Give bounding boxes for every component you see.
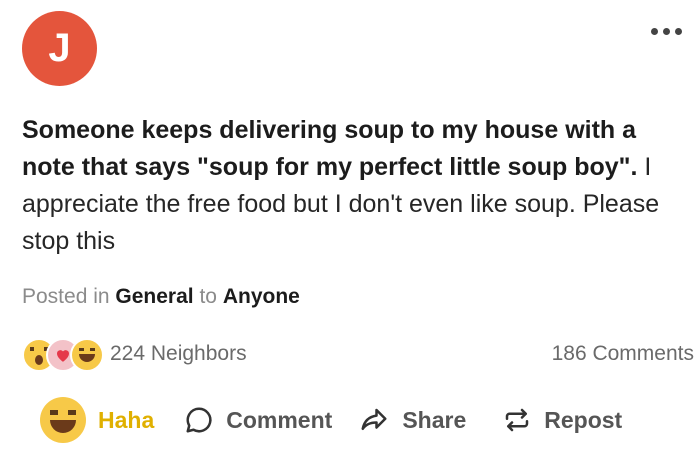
audience-link[interactable]: Anyone: [223, 285, 300, 308]
posted-in-label: Posted in: [22, 285, 110, 308]
repost-button[interactable]: Repost: [502, 405, 622, 435]
share-icon: [361, 408, 387, 430]
share-button[interactable]: Share: [358, 405, 466, 435]
to-label: to: [199, 285, 217, 308]
post-meta: Posted in General to Anyone: [22, 285, 300, 309]
haha-icon: [70, 338, 104, 372]
haha-button[interactable]: Haha: [40, 397, 154, 443]
share-label: Share: [402, 406, 467, 433]
post-body-bold: Someone keeps delivering soup to my hous…: [22, 116, 638, 181]
reactions-summary[interactable]: 224 Neighbors: [22, 336, 247, 372]
reaction-icons: [22, 336, 104, 372]
more-options-icon[interactable]: [651, 28, 682, 35]
repost-icon: [506, 408, 529, 432]
comment-label: Comment: [226, 406, 333, 433]
haha-face-icon: [40, 397, 86, 443]
haha-label: Haha: [98, 406, 155, 433]
neighbors-count[interactable]: 224 Neighbors: [110, 342, 247, 366]
comments-count[interactable]: 186 Comments: [552, 342, 694, 366]
category-link[interactable]: General: [115, 285, 193, 308]
comment-button[interactable]: Comment: [184, 405, 332, 435]
avatar-initial: J: [48, 26, 71, 70]
repost-label: Repost: [544, 406, 623, 433]
action-bar: Haha Comment Share Repost: [40, 397, 690, 443]
author-avatar[interactable]: J: [22, 11, 97, 86]
comment-icon: [186, 407, 212, 433]
post-body: Someone keeps delivering soup to my hous…: [22, 112, 672, 260]
